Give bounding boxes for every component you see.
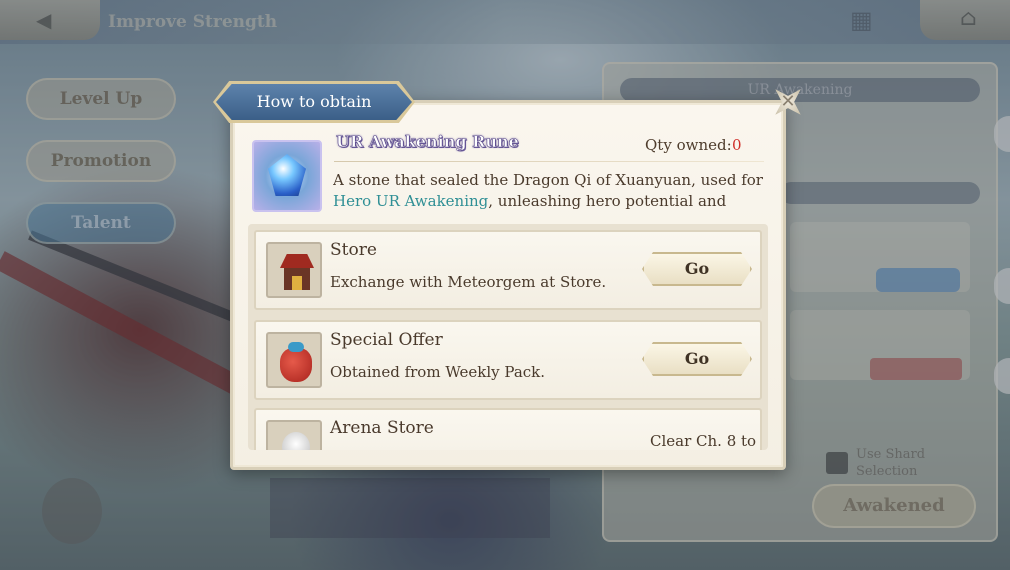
description-highlight: Hero UR Awakening — [333, 192, 489, 210]
qty-owned-value: 0 — [732, 136, 742, 154]
description-text-cont: , unleashing hero potential and — [488, 192, 727, 210]
special-offer-go-button[interactable]: Go — [642, 342, 752, 376]
item-name: UR Awakening Rune — [336, 132, 519, 152]
item-description: A stone that sealed the Dragon Qi of Xua… — [333, 170, 763, 216]
bag-tie — [288, 342, 304, 352]
description-text: A stone that sealed the Dragon Qi of Xua… — [333, 171, 763, 189]
source-title: Arena Store — [330, 418, 434, 438]
store-roof — [280, 254, 314, 268]
dialog-title: How to obtain — [256, 92, 372, 111]
divider — [334, 161, 764, 162]
qty-owned-label: Qty owned: — [645, 136, 732, 154]
source-list[interactable]: Store Exchange with Meteorgem at Store. … — [248, 224, 768, 450]
store-icon — [266, 242, 322, 298]
store-door — [292, 276, 302, 290]
arena-emblem — [282, 432, 310, 450]
source-description: Exchange with Meteorgem at Store. — [330, 273, 607, 291]
close-icon[interactable]: ✕ — [770, 84, 806, 120]
source-title: Special Offer — [330, 330, 443, 350]
source-title: Store — [330, 240, 377, 260]
source-arena-store: Arena Store Clear Ch. 8 to — [254, 408, 762, 450]
gift-bag-icon — [266, 332, 322, 388]
arena-icon — [266, 420, 322, 450]
source-store: Store Exchange with Meteorgem at Store. … — [254, 230, 762, 310]
store-go-button[interactable]: Go — [642, 252, 752, 286]
source-special-offer: Special Offer Obtained from Weekly Pack.… — [254, 320, 762, 400]
bag-body — [280, 348, 312, 382]
source-condition: Clear Ch. 8 to — [650, 432, 757, 450]
source-description: Obtained from Weekly Pack. — [330, 363, 546, 381]
